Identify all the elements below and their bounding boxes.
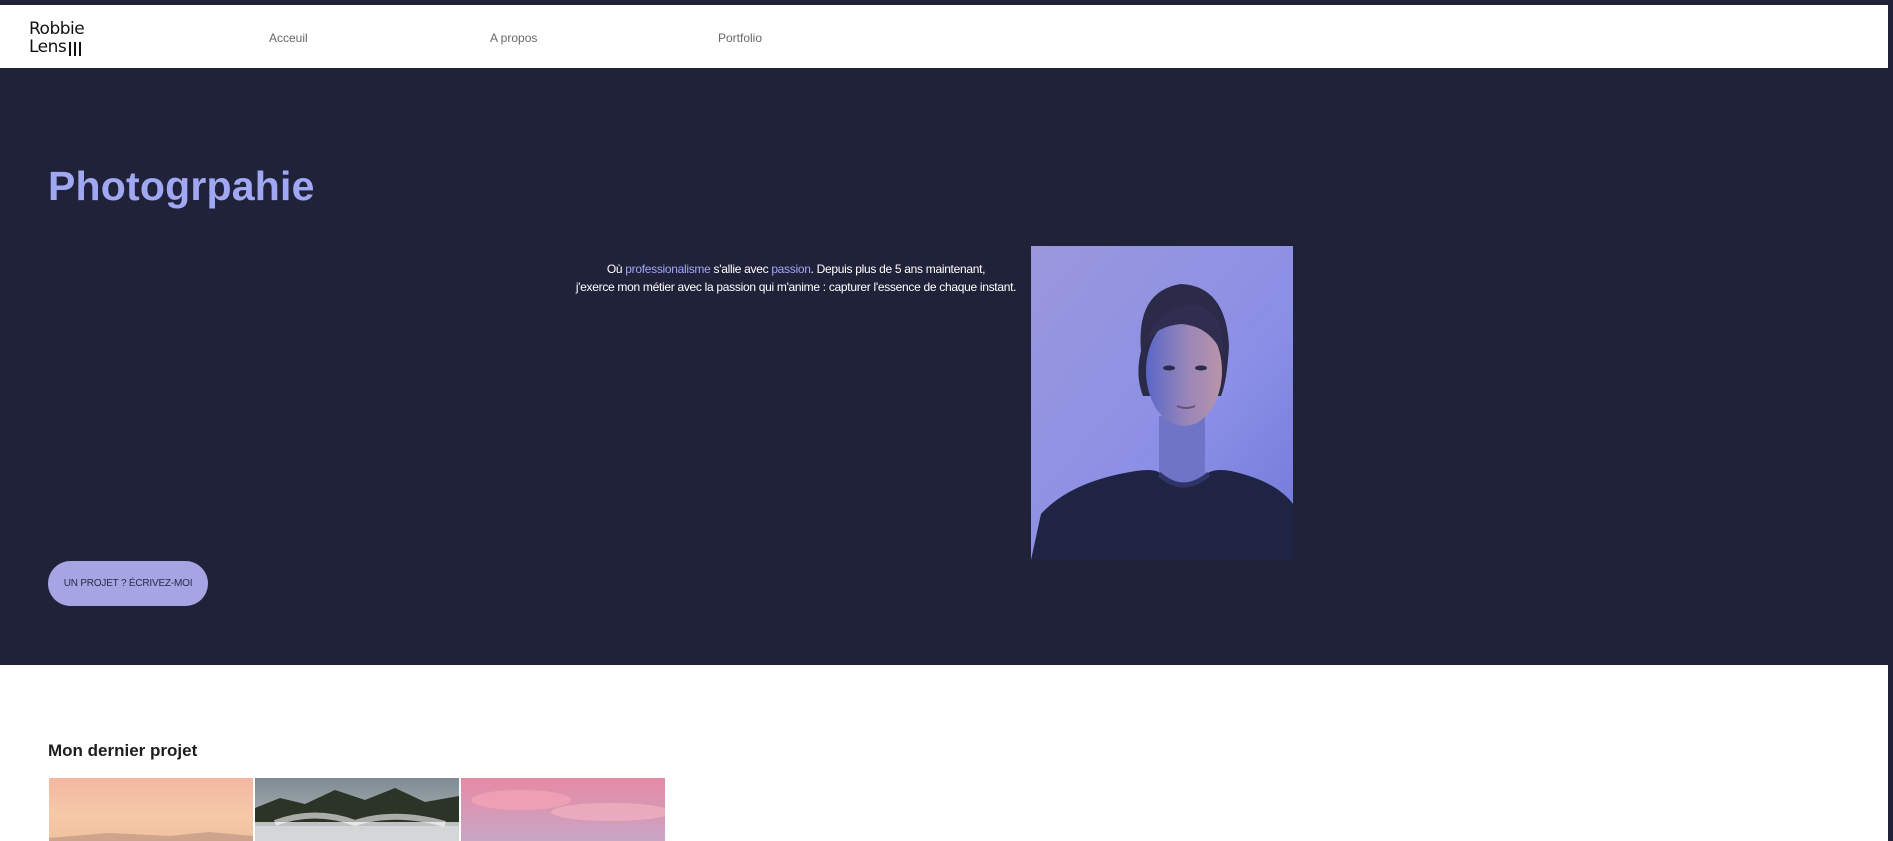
logo-line-1: Robbie bbox=[29, 19, 85, 39]
right-edge-strip bbox=[1888, 0, 1893, 841]
nav-link-portfolio[interactable]: Portfolio bbox=[718, 31, 762, 45]
logo-bars-icon bbox=[69, 42, 83, 56]
hero-intro-text: Où professionalisme s'allie avec passion… bbox=[560, 260, 1032, 296]
project-thumbnail-2[interactable] bbox=[255, 778, 459, 841]
intro-text-1: Où bbox=[606, 262, 626, 276]
logo[interactable]: Robbie Lens bbox=[29, 20, 89, 60]
intro-text-3: . Depuis plus de 5 ans maintenant, bbox=[810, 262, 986, 276]
nav-link-accueil[interactable]: Acceuil bbox=[269, 31, 308, 45]
navbar: Robbie Lens Acceuil A propos Portfolio bbox=[0, 5, 1888, 68]
intro-highlight-professionalisme: professionalisme bbox=[625, 262, 711, 276]
intro-text-2: s'allie avec bbox=[710, 262, 772, 276]
logo-line-2: Lens bbox=[29, 37, 67, 57]
intro-highlight-passion: passion bbox=[771, 262, 811, 276]
intro-line-2: j'exerce mon métier avec la passion qui … bbox=[575, 280, 1017, 294]
hero-section: Photogrpahie Où professionalisme s'allie… bbox=[0, 68, 1888, 665]
hero-title: Photogrpahie bbox=[48, 163, 315, 209]
project-thumbnail-3[interactable] bbox=[461, 778, 665, 841]
nav-link-a-propos[interactable]: A propos bbox=[490, 31, 537, 45]
portrait-photo bbox=[1031, 246, 1293, 560]
projects-section-title: Mon dernier projet bbox=[48, 741, 198, 760]
project-thumbnail-1[interactable] bbox=[49, 778, 253, 841]
contact-cta-button[interactable]: UN PROJET ? ÉCRIVEZ-MOI bbox=[48, 561, 208, 606]
